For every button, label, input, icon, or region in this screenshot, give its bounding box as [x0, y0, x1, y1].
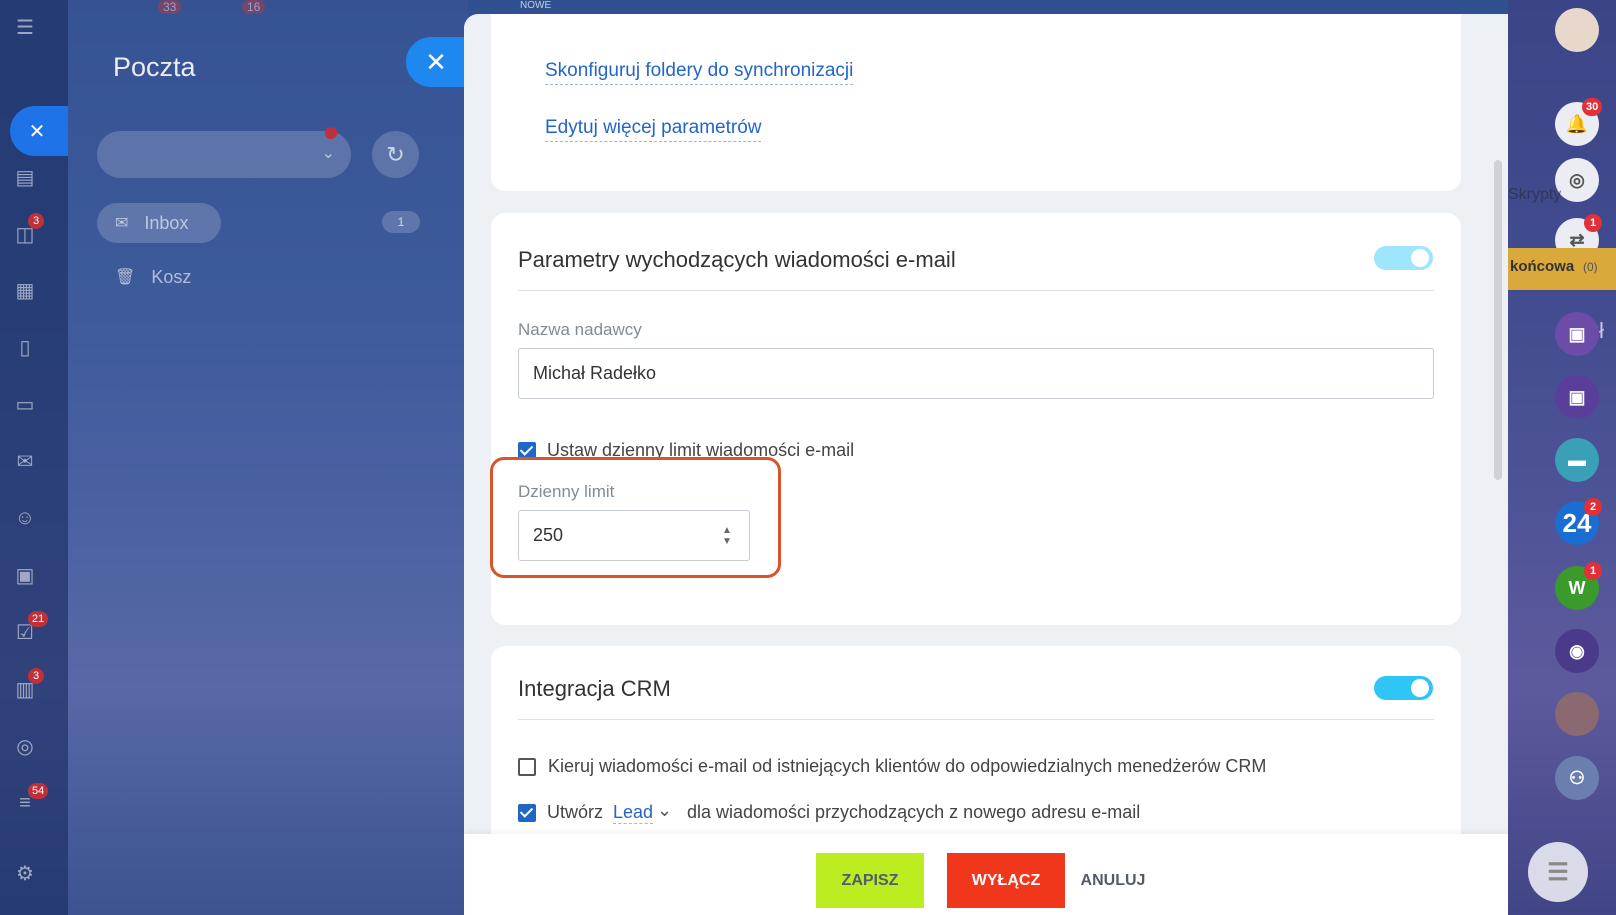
users-icon[interactable]: ⚇ [1555, 756, 1599, 800]
refresh-icon: ↻ [386, 141, 405, 167]
outgoing-divider [518, 290, 1434, 291]
sender-name-value: Michał Radełko [533, 363, 657, 383]
notifications-badge: 30 [1582, 98, 1603, 116]
inbox-count: 1 [382, 211, 420, 233]
skrypty-label: Skrypty [1508, 186, 1562, 203]
menu-icon[interactable]: ☰ [12, 14, 38, 40]
more-params-link[interactable]: Edytuj więcej parametrów [545, 117, 762, 142]
calendar-icon[interactable]: ▦ [12, 277, 38, 303]
close-slider-button[interactable]: ✕ [406, 37, 466, 87]
refresh-button[interactable]: ↻ [372, 131, 419, 178]
openlines-icon[interactable]: ◉ [1555, 629, 1599, 673]
close-icon: ✕ [425, 46, 447, 77]
drive-icon[interactable]: ▭ [12, 391, 38, 417]
add-contact-icon[interactable]: ▣ [1555, 375, 1599, 419]
chevron-down-icon: ⌄ [321, 145, 335, 162]
koncowa-count: (0) [1583, 260, 1598, 274]
counter-new: NOWE [520, 0, 552, 11]
pipeline-strip: końcowa (0) [1508, 248, 1616, 290]
board-icon[interactable]: ▣ [12, 562, 38, 588]
chevron-down-icon[interactable]: ⌄ [657, 800, 672, 821]
left-nav: ☰ ✕ ▤ ◫ 3 ▦ ▯ ▭ ✉ ☺ ▣ ☑ 21 ▥ 3 ◎ ≡ 54 ⚙ [0, 0, 68, 915]
crm-title: Integracja CRM [518, 676, 671, 701]
document-icon[interactable]: ▯ [12, 334, 38, 360]
create-prefix: Utwórz [547, 802, 604, 822]
sync-card: Skonfiguruj foldery do synchronizacji Ed… [491, 14, 1461, 191]
sender-name-label: Nazwa nadawcy [518, 320, 642, 339]
create-suffix: dla wiadomości przychodzących z nowego a… [687, 802, 1141, 822]
mailbox-select[interactable]: ⌄ [97, 127, 351, 178]
crm-toggle[interactable] [1374, 676, 1433, 700]
group-avatar[interactable] [1555, 692, 1599, 736]
route-checkbox[interactable] [518, 758, 536, 776]
footer-actions: ZAPISZ WYŁĄCZ ANULUJ [464, 834, 1508, 915]
slider-scrollbar[interactable] [1494, 160, 1502, 480]
settings-gear-icon[interactable]: ⚙ [12, 860, 38, 886]
mail-title: Poczta [113, 52, 196, 82]
close-icon[interactable]: ✕ [24, 118, 50, 144]
contacts-icon[interactable]: ☺ [12, 505, 38, 531]
sync-folders-link[interactable]: Skonfiguruj foldery do synchronizacji [545, 60, 854, 85]
create-lead-checkbox[interactable] [518, 804, 536, 822]
envelope-icon: ✉ [115, 215, 129, 232]
outgoing-title: Parametry wychodzących wiadomości e-mail [518, 247, 956, 272]
message-icon[interactable]: ▬ [1555, 438, 1599, 482]
disable-button[interactable]: WYŁĄCZ [947, 853, 1065, 908]
chat-sync-badge: 1 [1584, 214, 1602, 232]
trash-icon: 🗑 [115, 269, 136, 286]
alert-dot [325, 127, 337, 139]
filter-badge: 54 [28, 783, 49, 799]
outgoing-toggle[interactable] [1374, 246, 1433, 270]
crm-divider [518, 719, 1434, 720]
chat-badge: 3 [28, 213, 44, 229]
daily-limit-highlight [490, 457, 781, 578]
tasks-badge: 21 [28, 611, 49, 627]
entity-select[interactable]: Lead [613, 802, 654, 824]
user-avatar[interactable] [1555, 8, 1599, 52]
target-icon[interactable]: ◎ [12, 733, 38, 759]
contact-icon[interactable]: ▣ [1555, 312, 1599, 356]
bitrix24-badge: 2 [1584, 498, 1602, 516]
crm-badge: 3 [28, 668, 44, 684]
cancel-button[interactable]: ANULUJ [1078, 853, 1148, 908]
w-app-badge: 1 [1584, 562, 1602, 580]
koncowa-label: końcowa [1510, 258, 1575, 275]
folder-inbox[interactable]: ✉ Inbox [97, 203, 221, 243]
save-button[interactable]: ZAPISZ [816, 853, 924, 908]
folder-trash[interactable]: 🗑 Kosz [97, 257, 191, 297]
mail-icon[interactable]: ✉ [12, 448, 38, 474]
sender-name-input[interactable]: Michał Radełko [518, 348, 1434, 399]
folder-trash-label: Kosz [151, 266, 192, 287]
route-checkbox-label: Kieruj wiadomości e-mail od istniejących… [548, 756, 1267, 776]
feed-icon[interactable]: ▤ [12, 164, 38, 190]
gauge-icon[interactable]: ◎ [1555, 158, 1599, 202]
folder-inbox-label: Inbox [144, 212, 189, 233]
menu-lines-icon[interactable]: ☰ [1528, 842, 1588, 902]
